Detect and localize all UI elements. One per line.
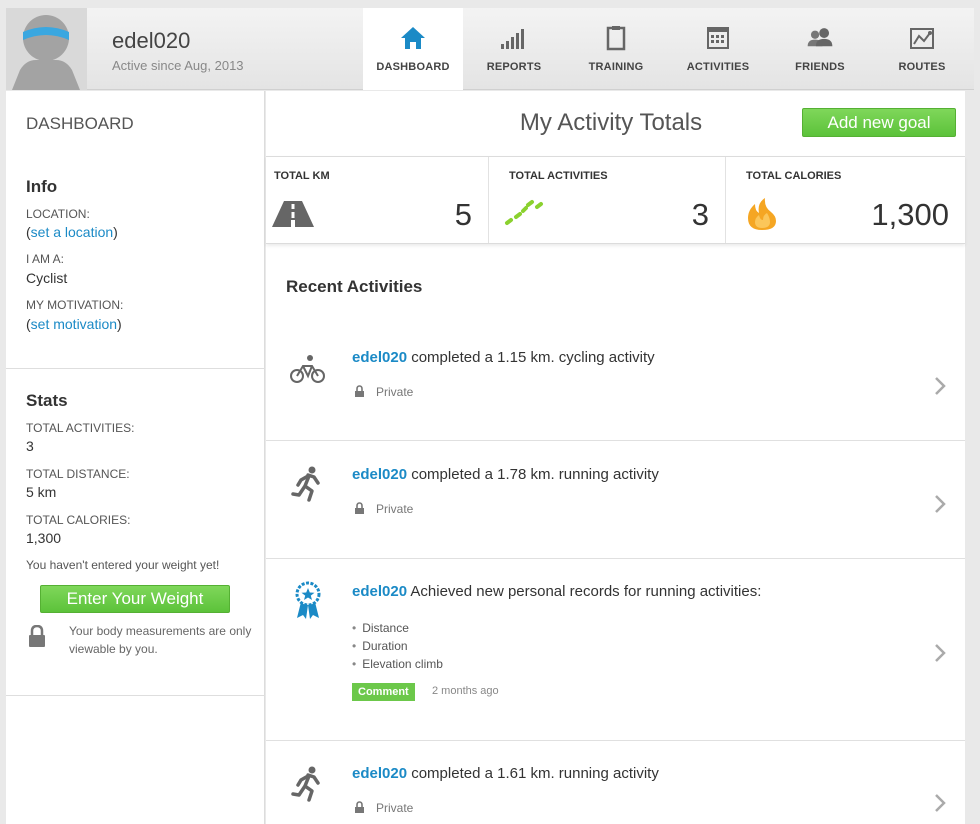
list-item: Duration	[362, 637, 443, 655]
activity-item[interactable]: edel020 completed a 1.78 km. running act…	[266, 442, 965, 559]
username: edel020	[112, 28, 191, 53]
dashes-icon	[505, 200, 543, 225]
road-icon	[272, 201, 314, 227]
tab-label: REPORTS	[486, 61, 542, 73]
tab-dashboard[interactable]: DASHBOARD	[363, 8, 463, 90]
divider	[6, 695, 265, 696]
flame-icon	[748, 198, 776, 230]
total-distance-label: TOTAL DISTANCE:	[26, 467, 130, 481]
people-icon	[807, 28, 833, 47]
activity-text: edel020 completed a 1.15 km. cycling act…	[352, 349, 655, 366]
bicycle-icon	[290, 355, 325, 383]
chevron-right-icon[interactable]	[933, 494, 947, 514]
list-item: Elevation climb	[362, 655, 443, 673]
divider	[6, 368, 265, 369]
chevron-right-icon[interactable]	[933, 376, 947, 396]
lock-icon	[29, 625, 45, 647]
tab-training[interactable]: TRAINING	[565, 8, 667, 90]
totals-bar: TOTAL KM 5 TOTAL ACTIVITIES 3 TOTAL CALO…	[266, 156, 965, 244]
chevron-right-icon[interactable]	[933, 793, 947, 813]
total-km-value: 5	[454, 197, 472, 232]
calendar-icon	[707, 27, 729, 49]
tab-routes[interactable]: ROUTES	[871, 8, 973, 90]
tab-reports[interactable]: REPORTS	[463, 8, 565, 90]
clipboard-icon	[606, 26, 626, 51]
activity-text: edel020 completed a 1.61 km. running act…	[352, 765, 659, 782]
tab-activities[interactable]: ACTIVITIES	[667, 8, 769, 90]
info-heading: Info	[26, 177, 58, 196]
sidebar-title: DASHBOARD	[26, 114, 134, 133]
tab-label: FRIENDS	[795, 61, 845, 73]
enter-weight-button[interactable]: Enter Your Weight	[40, 585, 230, 613]
activity-user-link[interactable]: edel020	[352, 765, 407, 782]
sidebar: DASHBOARD Info LOCATION: (set a location…	[6, 91, 265, 824]
total-calories-value: 1,300	[871, 197, 949, 232]
lock-icon	[355, 502, 364, 514]
main-content: My Activity Totals Add new goal TOTAL KM…	[266, 91, 965, 824]
activity-text: edel020 Achieved new personal records fo…	[352, 583, 762, 600]
tab-label: DASHBOARD	[376, 61, 450, 73]
activity-item[interactable]: edel020 completed a 1.61 km. running act…	[266, 742, 965, 824]
tab-label: ACTIVITIES	[686, 61, 750, 73]
total-calories-card: TOTAL CALORIES 1,300	[726, 157, 965, 243]
privacy-status: Private	[354, 502, 413, 516]
lock-icon	[355, 801, 364, 813]
body-measurements-note: Your body measurements are only viewable…	[69, 624, 252, 656]
i-am-value: Cyclist	[26, 270, 68, 286]
location-value: (set a location)	[26, 224, 118, 240]
activity-text: edel020 completed a 1.78 km. running act…	[352, 466, 659, 483]
activity-user-link[interactable]: edel020	[352, 466, 407, 483]
app-header: edel020 Active since Aug, 2013 DASHBOARD…	[6, 8, 974, 90]
award-ribbon-icon	[295, 581, 321, 619]
total-activities-label: TOTAL ACTIVITIES:	[26, 421, 135, 435]
set-location-link[interactable]: set a location	[31, 224, 114, 240]
avatar[interactable]	[6, 8, 87, 90]
total-activities-value: 3	[691, 197, 709, 232]
comment-button[interactable]: Comment	[352, 683, 415, 701]
recent-activities-title: Recent Activities	[286, 277, 423, 296]
add-goal-button[interactable]: Add new goal	[802, 108, 956, 137]
bar-chart-icon	[501, 29, 524, 49]
runner-icon	[291, 766, 320, 802]
timestamp: 2 months ago	[432, 685, 499, 697]
privacy-status: Private	[354, 385, 413, 399]
total-distance-value: 5 km	[26, 484, 57, 500]
total-calories-value: 1,300	[26, 530, 62, 546]
runner-icon	[291, 466, 320, 502]
tab-label: TRAINING	[588, 61, 644, 73]
motivation-value: (set motivation)	[26, 316, 122, 332]
total-activities-card: TOTAL ACTIVITIES 3	[489, 157, 726, 243]
i-am-label: I AM A:	[26, 252, 65, 266]
activity-user-link[interactable]: edel020	[352, 349, 407, 366]
home-icon	[401, 27, 425, 49]
tab-friends[interactable]: FRIENDS	[769, 8, 871, 90]
total-activities-value: 3	[26, 438, 34, 454]
total-km-label: TOTAL KM	[274, 170, 330, 182]
location-label: LOCATION:	[26, 207, 90, 221]
active-since: Active since Aug, 2013	[112, 58, 244, 73]
total-calories-label: TOTAL CALORIES	[746, 170, 842, 182]
set-motivation-link[interactable]: set motivation	[31, 316, 117, 332]
weight-note: You haven't entered your weight yet!	[26, 558, 220, 572]
map-icon	[910, 28, 934, 49]
chevron-right-icon[interactable]	[933, 643, 947, 663]
tab-label: ROUTES	[898, 61, 946, 73]
total-activities-label: TOTAL ACTIVITIES	[509, 170, 608, 182]
lock-icon	[355, 385, 364, 397]
activity-item[interactable]: edel020 completed a 1.15 km. cycling act…	[266, 324, 965, 441]
list-item: Distance	[362, 619, 443, 637]
achievement-item[interactable]: edel020 Achieved new personal records fo…	[266, 559, 965, 741]
stats-heading: Stats	[26, 391, 68, 410]
motivation-label: MY MOTIVATION:	[26, 298, 124, 312]
activity-user-link[interactable]: edel020	[352, 583, 407, 600]
total-calories-label: TOTAL CALORIES:	[26, 513, 131, 527]
main-nav: DASHBOARD REPORTS TRAINING ACTIVITIES FR…	[363, 8, 973, 90]
total-km-card: TOTAL KM 5	[266, 157, 489, 243]
privacy-status: Private	[354, 801, 413, 815]
records-list: Distance Duration Elevation climb	[362, 619, 443, 673]
